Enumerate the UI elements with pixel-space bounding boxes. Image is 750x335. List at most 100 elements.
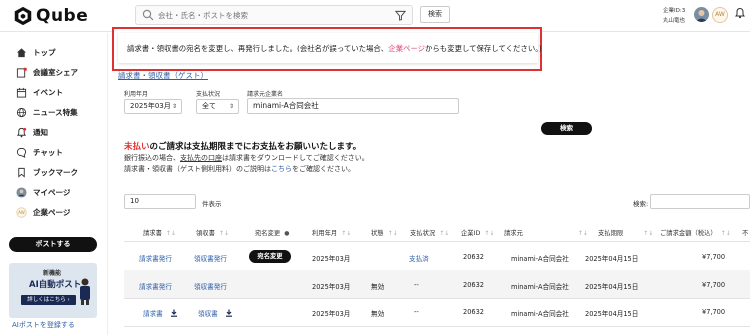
per-page-select[interactable]: 10 — [124, 194, 196, 209]
column-header-amount[interactable]: ご請求金額（税込） ↑↓ — [660, 228, 731, 237]
bell-icon[interactable] — [734, 7, 746, 19]
sidebar-item-event[interactable]: イベント — [16, 84, 63, 100]
sidebar-item-chat[interactable]: チャット — [16, 144, 63, 160]
cell-state: 無効 — [371, 310, 385, 318]
notice-message: 請求書・領収書の宛名を変更し、再発行しました。(会社名が誤っていた場合、企業ペー… — [127, 43, 542, 54]
row-divider — [124, 326, 750, 327]
sidebar-item-mypage[interactable]: マイページ — [16, 184, 70, 200]
company-name-input[interactable]: minami-A合同会社 — [247, 98, 459, 114]
cell-state: 無効 — [371, 283, 385, 291]
sidebar-item-label: 通知 — [33, 127, 48, 137]
filter-icon[interactable] — [395, 10, 406, 21]
user-name-label: 丸山竜也 — [663, 18, 686, 24]
keyword-search-input[interactable] — [650, 194, 750, 209]
search-icon — [142, 9, 154, 21]
receipt-label: 領収書 — [198, 310, 218, 318]
sidebar-item-label: 会議室シェア — [33, 67, 78, 77]
issue-receipt-link[interactable]: 領収書発行 — [194, 253, 227, 263]
column-header-invoice[interactable]: 請求書 ↑↓ — [143, 228, 176, 237]
column-header-month[interactable]: 利用年月 ↑↓ — [312, 228, 351, 237]
sidebar-item-bookmark[interactable]: ブックマーク — [16, 164, 78, 180]
column-header-state[interactable]: 状態 ↑↓ — [371, 228, 398, 237]
sidebar-item-meeting-room[interactable]: 会議室シェア — [16, 64, 78, 80]
column-header-receipt[interactable]: 領収書 ↑↓ — [196, 228, 229, 237]
ai-more-button[interactable]: 詳しくはこちら › — [21, 295, 76, 305]
status-select[interactable]: 全て ⇕ — [196, 99, 239, 114]
rename-button[interactable]: 宛名変更 — [249, 250, 291, 263]
global-search-box — [135, 5, 413, 25]
filter-search-button[interactable]: 検索 — [541, 122, 592, 135]
global-search-button[interactable]: 検索 — [420, 6, 450, 23]
sidebar-item-label: マイページ — [33, 187, 71, 197]
qube-logo[interactable]: Qube — [12, 5, 88, 27]
new-feature-label: 新機能 — [43, 270, 62, 277]
sidebar-item-label: イベント — [33, 87, 63, 97]
sort-icon: ↑↓ — [643, 230, 654, 237]
sort-icon: ↑↓ — [341, 230, 352, 237]
ai-post-register-link[interactable]: AIポストを登録する — [12, 320, 75, 330]
payee-account-link[interactable]: 支払先の口座 — [180, 154, 222, 162]
ai-banner-title: AI自動ポスト — [29, 280, 82, 290]
cell-due: 2025年04月15日 — [585, 310, 639, 318]
month-label: 利用年月 — [124, 91, 149, 98]
download-invoice-link[interactable]: 請求書 — [143, 308, 178, 318]
sidebar-item-label: ブックマーク — [33, 167, 78, 177]
column-header-issuer[interactable]: 請求元 ↑↓ — [504, 228, 588, 237]
tab-invoices-guest[interactable]: 請求書・領収書（ゲスト） — [118, 70, 208, 81]
cell-issuer: minami-A合同会社 — [511, 283, 569, 291]
month-select[interactable]: 2025年03月 ⇕ — [124, 99, 182, 114]
header-label: 支払期限 — [598, 230, 624, 237]
sidebar-item-top[interactable]: トップ — [16, 44, 56, 60]
column-header-due[interactable]: 支払期限 ↑↓ — [598, 228, 653, 237]
bank-info-line: 銀行振込の場合、支払先の口座は請求書をダウンロードしてご確認ください。 — [124, 153, 369, 163]
sort-icon: ↑↓ — [218, 230, 229, 237]
download-receipt-link[interactable]: 領収書 — [198, 308, 233, 318]
per-page-label: 件表示 — [202, 200, 222, 208]
company-label: 請求元企業名 — [247, 91, 284, 98]
unpaid-text: 未払い — [124, 142, 150, 152]
company-page-link[interactable]: 企業ページ — [388, 44, 425, 53]
help-icon[interactable]: ● — [284, 230, 289, 237]
column-header-extra: 不 — [742, 228, 748, 237]
cell-month: 2025年03月 — [312, 283, 351, 291]
home-icon — [16, 47, 27, 57]
header-label: 企業ID — [461, 230, 481, 237]
cell-amount: ¥7,700 — [702, 253, 726, 261]
info-text: 請求書・領収書（ゲスト側利用料）のご説明は — [124, 165, 271, 173]
person-illustration-icon — [80, 278, 90, 305]
sidebar-item-label: ニュース特集 — [33, 107, 78, 117]
sidebar-item-notification[interactable]: 通知 — [16, 124, 48, 140]
explanation-here-link[interactable]: こちら — [271, 165, 292, 173]
cell-due: 2025年04月15日 — [585, 283, 639, 291]
invoice-label: 請求書 — [143, 310, 163, 318]
sidebar-item-news[interactable]: ニュース特集 — [16, 104, 78, 120]
user-avatar[interactable] — [694, 7, 709, 22]
ai-auto-post-banner[interactable]: 新機能 AI自動ポスト 詳しくはこちら › — [9, 263, 97, 318]
column-header-payment[interactable]: 支払状況 ↑↓ — [410, 228, 449, 237]
sidebar-item-company-page[interactable]: AW 企業ページ — [16, 204, 70, 220]
header-label: 領収書 — [196, 230, 215, 237]
sidebar-item-label: チャット — [33, 147, 63, 157]
global-search-input[interactable] — [158, 7, 383, 23]
month-select-value: 2025年03月 — [130, 102, 171, 110]
header-divider — [124, 241, 750, 242]
sidebar-item-label: トップ — [33, 47, 56, 57]
header-label: 宛名変更 — [255, 230, 281, 237]
post-button[interactable]: ポストする — [9, 237, 97, 252]
qube-cube-icon — [14, 6, 32, 26]
column-header-company-id[interactable]: 企業ID ↑↓ — [461, 228, 494, 237]
issue-invoice-link[interactable]: 請求書発行 — [139, 253, 172, 263]
row-divider — [124, 298, 750, 299]
sort-icon: ↑↓ — [387, 230, 398, 237]
notice-text-after: からも変更して保存してください。) — [425, 44, 542, 53]
company-avatar[interactable]: AW — [712, 7, 728, 23]
bell-icon — [16, 127, 27, 137]
chevron-updown-icon: ⇕ — [171, 103, 177, 110]
company-icon: AW — [16, 206, 27, 218]
header-label: 請求元 — [504, 230, 523, 237]
status-select-value: 全て — [202, 102, 216, 110]
sort-icon: ↑↓ — [484, 230, 495, 237]
download-icon — [225, 309, 232, 317]
issue-receipt-link[interactable]: 領収書発行 — [194, 281, 227, 291]
issue-invoice-link[interactable]: 請求書発行 — [139, 281, 172, 291]
